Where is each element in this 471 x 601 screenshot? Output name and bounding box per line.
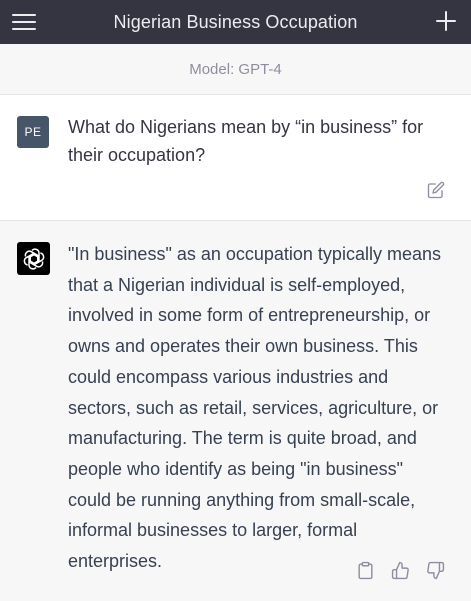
thumbs-down-icon[interactable] — [426, 561, 445, 580]
conversation-title: Nigerian Business Occupation — [113, 11, 358, 32]
assistant-message: "In business" as an occupation typically… — [0, 221, 471, 601]
assistant-avatar — [17, 242, 50, 275]
user-message: PE What do Nigerians mean by “in busines… — [0, 95, 471, 221]
new-chat-plus-icon[interactable] — [435, 10, 457, 32]
hamburger-menu-icon[interactable] — [12, 11, 36, 33]
message-actions — [356, 561, 445, 580]
user-avatar-initials: PE — [24, 125, 42, 139]
copy-icon[interactable] — [356, 561, 375, 580]
assistant-message-text: "In business" as an occupation typically… — [68, 244, 441, 572]
user-message-text: What do Nigerians mean by “in business” … — [68, 117, 424, 165]
model-label: Model: GPT-4 — [189, 60, 282, 78]
top-bar: Nigerian Business Occupation — [0, 0, 471, 44]
openai-logo-icon — [23, 247, 44, 270]
thumbs-up-icon[interactable] — [391, 561, 410, 580]
model-bar: Model: GPT-4 — [0, 44, 471, 95]
edit-icon[interactable] — [427, 181, 445, 199]
user-avatar: PE — [17, 116, 49, 148]
